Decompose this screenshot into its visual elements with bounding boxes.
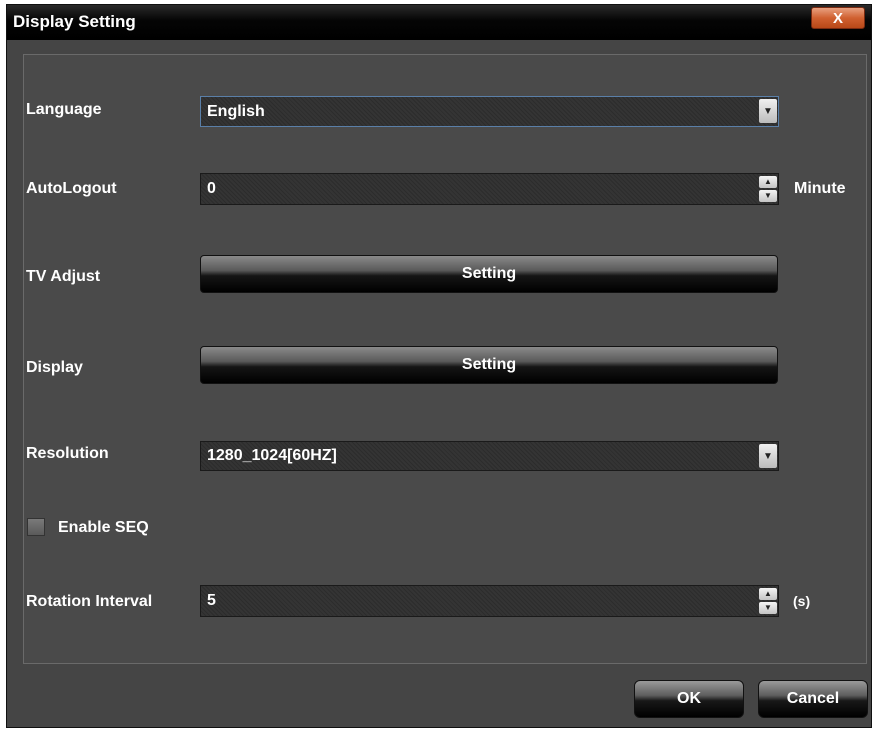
chevron-down-icon[interactable]: ▼ <box>759 444 777 468</box>
tv-adjust-label: TV Adjust <box>26 268 101 285</box>
spin-up-button[interactable]: ▲ <box>759 588 777 600</box>
spin-down-button[interactable]: ▼ <box>759 190 777 202</box>
resolution-dropdown[interactable]: 1280_1024[60HZ] ▼ <box>200 441 779 471</box>
spin-down-button[interactable]: ▼ <box>759 602 777 614</box>
spin-up-button[interactable]: ▲ <box>759 176 777 188</box>
display-setting-dialog: Display Setting X Language English ▼ Aut… <box>6 4 872 728</box>
cancel-button[interactable]: Cancel <box>758 680 868 718</box>
enable-seq-checkbox[interactable] <box>27 518 45 536</box>
autologout-label: AutoLogout <box>26 180 117 197</box>
close-button[interactable]: X <box>811 7 865 29</box>
display-label: Display <box>26 359 83 376</box>
rotation-interval-label: Rotation Interval <box>26 593 153 610</box>
language-dropdown[interactable]: English ▼ <box>200 96 779 127</box>
language-label: Language <box>26 101 102 118</box>
language-value: English <box>207 102 265 120</box>
resolution-value: 1280_1024[60HZ] <box>207 447 337 464</box>
close-icon: X <box>832 9 843 27</box>
tv-adjust-setting-button[interactable]: Setting <box>200 255 778 293</box>
rotation-interval-spinbox[interactable]: 5 ▲ ▼ <box>200 585 779 617</box>
rotation-interval-unit: (s) <box>793 593 811 609</box>
dialog-title: Display Setting <box>13 12 136 31</box>
enable-seq-label: Enable SEQ <box>58 519 149 536</box>
spin-arrows-icon: ▲ ▼ <box>759 176 777 202</box>
autologout-value: 0 <box>207 180 216 197</box>
ok-button[interactable]: OK <box>634 680 744 718</box>
chevron-down-icon[interactable]: ▼ <box>759 99 777 123</box>
autologout-spinbox[interactable]: 0 ▲ ▼ <box>200 173 779 205</box>
spin-arrows-icon: ▲ ▼ <box>759 588 777 614</box>
display-setting-button[interactable]: Setting <box>200 346 778 384</box>
resolution-label: Resolution <box>26 445 109 462</box>
rotation-interval-value: 5 <box>207 592 216 609</box>
autologout-unit: Minute <box>794 180 846 197</box>
title-bar: Display Setting X <box>7 5 871 40</box>
